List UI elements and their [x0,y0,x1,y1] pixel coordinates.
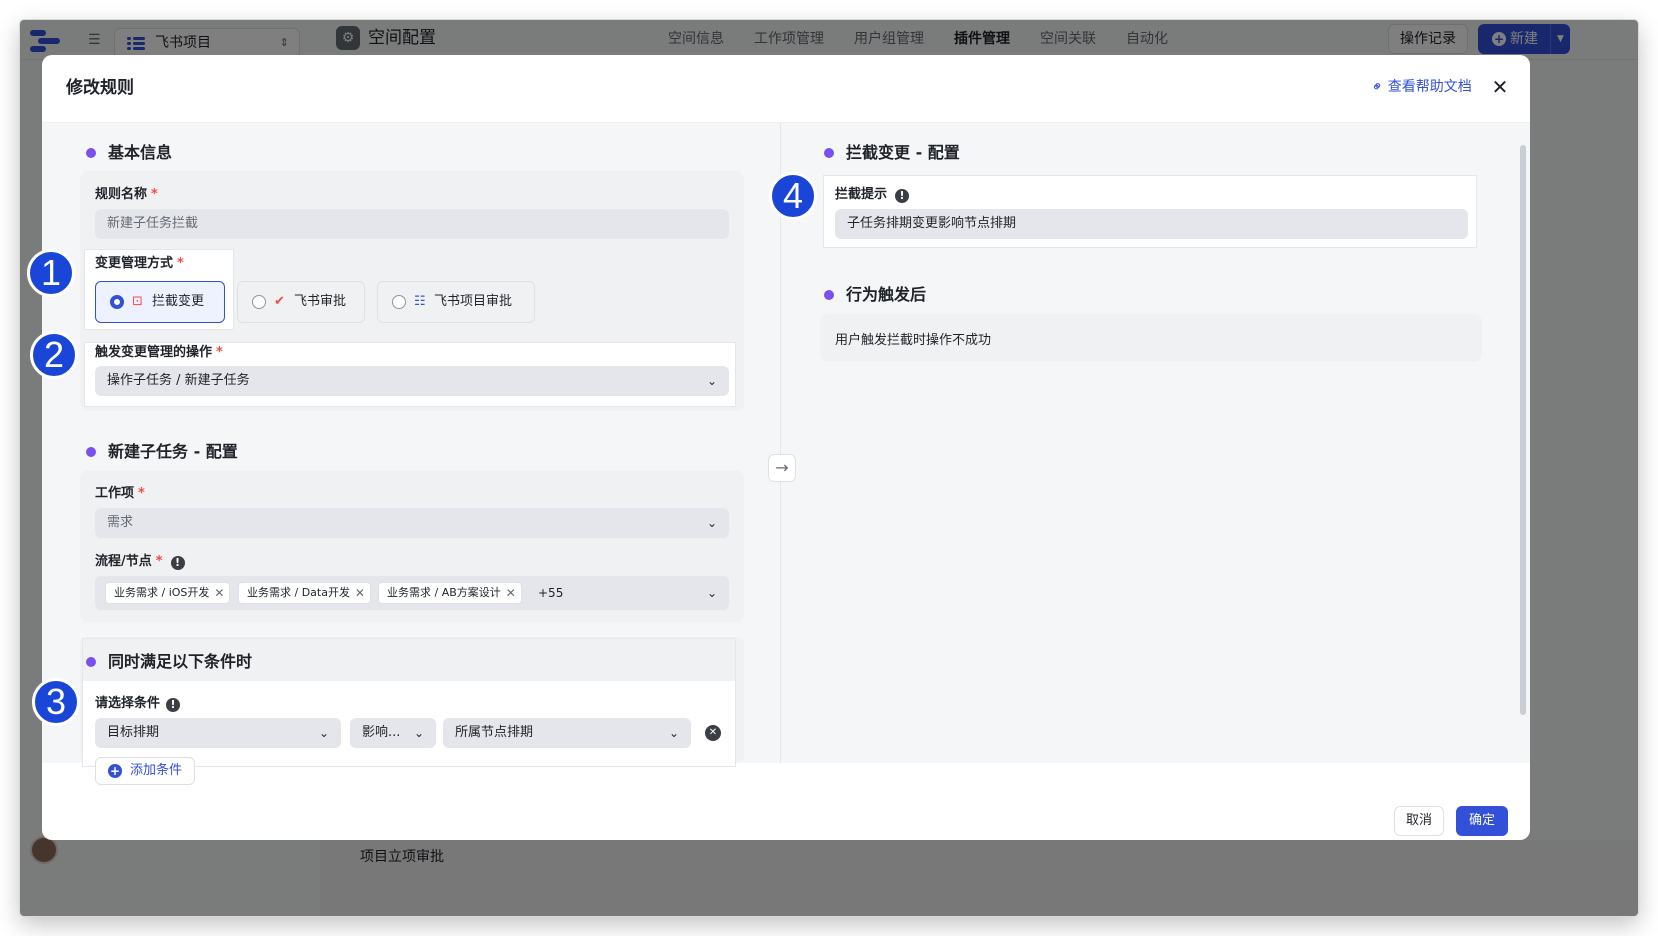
subtask-config-title-text: 新建子任务 - 配置 [108,442,238,461]
help-docs-label: 查看帮助文档 [1387,79,1472,95]
chevron-down-icon: ⌄ [706,586,717,600]
help-docs-link[interactable]: ⚭查看帮助文档 [1368,77,1472,97]
after-trigger-title-text: 行为触发后 [846,285,927,304]
flow-node-tag-label: 业务需求 / AB方案设计 [387,586,501,599]
info-icon[interactable]: ! [170,556,185,570]
chevron-down-icon: ⌄ [706,374,717,388]
section-dot [86,447,96,457]
condition-label: 请选择条件! [95,695,181,713]
intercept-config-title: 拦截变更 - 配置 [824,142,960,164]
work-item-select-value: 需求 [107,515,134,530]
intercept-tip-label: 拦截提示! [835,186,910,204]
trigger-select-value: 操作子任务 / 新建子任务 [107,373,250,388]
info-icon[interactable]: ! [895,189,910,203]
app-window: ☰ 飞书项目 ⇕ ⚙ 空间配置 空间信息 工作项管理 用户组管理 插件管理 空间… [20,20,1638,916]
arrow-right-icon: → [768,454,796,482]
radio-project-approval[interactable]: ☷ 飞书项目审批 [377,281,535,323]
section-dot [86,148,96,158]
radio-selected-icon [110,295,124,309]
intercept-config-title-text: 拦截变更 - 配置 [846,143,960,162]
radio-lark-approval-label: 飞书审批 [294,294,347,309]
work-item-select[interactable]: 需求 ⌄ [95,508,729,538]
condition-field-value: 目标排期 [107,725,160,740]
basic-info-title: 基本信息 [86,142,172,164]
radio-intercept-label: 拦截变更 [152,294,205,309]
flow-node-label: 流程/节点 *! [95,553,185,571]
radio-project-approval-label: 飞书项目审批 [434,294,513,309]
project-icon: ☷ [414,294,426,309]
flow-node-select[interactable]: 业务需求 / iOS开发 ✕ 业务需求 / Data开发 ✕ 业务需求 / AB方案… [95,576,729,610]
modal-title: 修改规则 [66,78,134,98]
trigger-select[interactable]: 操作子任务 / 新建子任务 ⌄ [95,366,729,396]
condition-value-select[interactable]: 所属节点排期 ⌄ [443,718,691,748]
radio-icon [392,295,406,309]
condition-operator-value: 影响... [362,725,401,740]
condition-section-title: 同时满足以下条件时 [86,651,252,673]
intercept-tip-input[interactable]: 子任务排期变更影响节点排期 [835,209,1468,239]
flow-node-tag: 业务需求 / AB方案设计 ✕ [378,582,522,604]
flow-node-tag-label: 业务需求 / iOS开发 [114,586,210,599]
section-dot [824,290,834,300]
after-trigger-text: 用户触发拦截时操作不成功 [835,333,992,348]
flow-node-more-count[interactable]: +55 [538,578,563,608]
after-trigger-title: 行为触发后 [824,284,926,306]
chevron-down-icon: ⌄ [706,516,717,530]
intercept-tip-label-text: 拦截提示 [835,187,888,202]
condition-label-text: 请选择条件 [95,696,161,711]
modal-header: 修改规则 ⚭查看帮助文档 ✕ [42,55,1530,123]
condition-section-title-text: 同时满足以下条件时 [108,652,253,671]
condition-value-text: 所属节点排期 [455,725,534,740]
condition-field-select[interactable]: 目标排期 ⌄ [95,718,341,748]
subtask-config-title: 新建子任务 - 配置 [86,441,238,463]
trigger-label-text: 触发变更管理的操作 [95,345,213,360]
tag-close-icon[interactable]: ✕ [355,583,365,603]
info-icon[interactable]: ! [166,698,181,712]
intercept-icon: ⊡ [132,294,143,309]
rule-name-input[interactable]: 新建子任务拦截 [95,209,729,239]
section-dot [824,148,834,158]
trigger-label: 触发变更管理的操作 * [95,345,223,360]
close-icon[interactable]: ✕ [1488,75,1512,99]
radio-lark-approval[interactable]: ✔ 飞书审批 [237,281,365,323]
work-item-label-text: 工作项 [95,486,135,501]
tag-close-icon[interactable]: ✕ [506,583,516,603]
annotation-badge-3: 3 [32,678,80,726]
link-icon: ⚭ [1368,77,1388,97]
radio-icon [252,295,266,309]
work-item-label: 工作项 * [95,486,145,501]
lark-approval-icon: ✔ [274,294,285,309]
radio-intercept-change[interactable]: ⊡ 拦截变更 [95,281,225,323]
tag-close-icon[interactable]: ✕ [214,583,224,603]
section-dot [86,657,96,667]
flow-node-tag: 业务需求 / iOS开发 ✕ [105,582,231,604]
change-mgmt-label-text: 变更管理方式 [95,256,174,271]
rule-name-label-text: 规则名称 [95,187,148,202]
confirm-button[interactable]: 确定 [1456,806,1508,836]
chevron-down-icon: ⌄ [318,726,329,740]
plus-icon: + [108,764,122,778]
chevron-down-icon: ⌄ [668,726,679,740]
flow-node-tag: 业务需求 / Data开发 ✕ [238,582,371,604]
add-condition-button[interactable]: + 添加条件 [95,757,196,785]
flow-node-tag-label: 业务需求 / Data开发 [247,586,350,599]
remove-condition-icon[interactable]: ✕ [705,725,721,741]
annotation-badge-1: 1 [27,249,75,297]
add-condition-label: 添加条件 [130,763,183,778]
chevron-down-icon: ⌄ [413,726,424,740]
flow-node-label-text: 流程/节点 [95,554,152,569]
condition-operator-select[interactable]: 影响... ⌄ [350,718,436,748]
annotation-badge-4: 4 [769,172,817,220]
cancel-button[interactable]: 取消 [1394,806,1444,836]
annotation-badge-2: 2 [30,331,78,379]
column-divider [780,123,781,763]
rule-name-label: 规则名称 * [95,187,158,202]
basic-info-title-text: 基本信息 [108,143,173,162]
scrollbar[interactable] [1520,145,1526,715]
change-mgmt-label: 变更管理方式 * [95,256,184,271]
